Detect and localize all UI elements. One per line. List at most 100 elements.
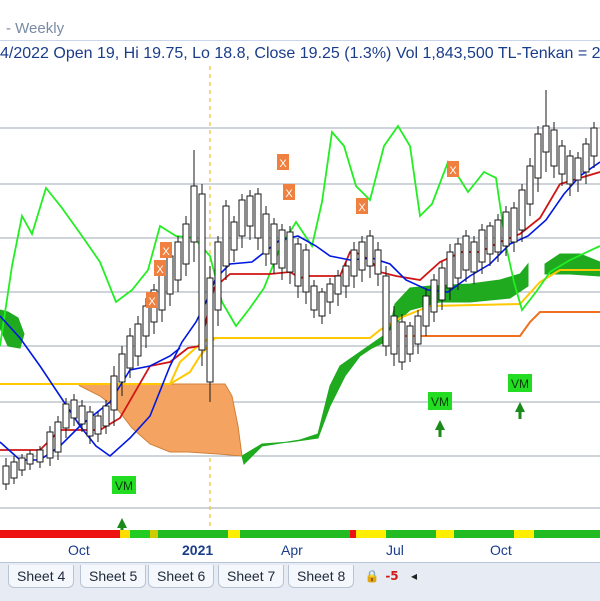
candle-body (126, 335, 134, 369)
tab-sheet-6[interactable]: Sheet 6 (148, 565, 215, 588)
candle-body (102, 405, 110, 427)
tab-sheet-4[interactable]: Sheet 4 (8, 565, 75, 588)
candle-body (36, 449, 44, 463)
candle-body (294, 243, 302, 287)
candle-body (2, 465, 10, 485)
candle-body (230, 221, 238, 251)
candle-body (270, 223, 278, 265)
signal-segment (150, 530, 158, 538)
senkou-span-a-2 (169, 337, 340, 385)
x-marker-label: X (358, 202, 366, 214)
candle-body (134, 323, 142, 357)
candle-body (318, 291, 326, 317)
candle-body (574, 157, 582, 181)
x-marker-label: X (156, 264, 164, 276)
candle-body (422, 295, 430, 327)
candle-body (70, 399, 78, 419)
candle-body (558, 145, 566, 175)
candle-body (246, 195, 254, 227)
candle-body (286, 231, 294, 273)
candle-body (26, 453, 34, 465)
candle-body (18, 457, 26, 471)
candle-body (190, 185, 198, 243)
candle-body (54, 421, 62, 453)
candle-body (350, 249, 358, 277)
signal-segment (386, 530, 436, 538)
candle-body (366, 235, 374, 267)
candle-body (310, 285, 318, 311)
candle-body (590, 127, 598, 157)
sheet-tab-bar: Sheet 4 Sheet 5 Sheet 6 Sheet 7 Sheet 8 … (0, 562, 600, 601)
candle-body (406, 325, 414, 355)
candle-body (182, 223, 190, 265)
signal-segment (158, 530, 228, 538)
cloud-bull-right (544, 253, 600, 277)
scroll-first-icon[interactable]: ◂ (406, 567, 422, 585)
candle-body (358, 241, 366, 271)
x-axis: Oct 2021 Apr Jul Oct (0, 530, 600, 562)
candle-body (110, 375, 118, 411)
candle-body (534, 133, 542, 179)
chikou-line (0, 124, 600, 347)
candle-body (86, 411, 94, 437)
candle-body (470, 241, 478, 273)
price-info-bar: 4/2022 Open 19, Hi 19.75, Lo 18.8, Close… (0, 42, 600, 66)
candle-body (278, 229, 286, 269)
signal-segment (514, 530, 534, 538)
candle-body (238, 199, 246, 237)
vm-signal-label: VM (115, 479, 133, 493)
candle-body (510, 207, 518, 243)
x-label-jul: Jul (386, 542, 404, 558)
candle-body (174, 241, 182, 281)
candle-body (78, 405, 86, 425)
window-title: - Weekly (6, 20, 65, 37)
candle-body (414, 315, 422, 345)
candle-body (10, 461, 18, 479)
tab-sheet-7[interactable]: Sheet 7 (218, 565, 285, 588)
candle-body (454, 243, 462, 279)
candle-body (118, 353, 126, 383)
window-titlebar: - Weekly (0, 0, 600, 41)
candle-body (206, 277, 214, 383)
candle-body (262, 213, 270, 255)
x-marker-label: X (449, 165, 457, 177)
candle-body (494, 219, 502, 253)
candle-body (438, 267, 446, 301)
candle-body (166, 255, 174, 295)
up-arrow-icon (435, 420, 445, 430)
vm-signal-label: VM (511, 377, 529, 391)
candle-body (502, 211, 510, 247)
signal-segment (228, 530, 240, 538)
signal-segment (356, 530, 386, 538)
up-arrow-icon (515, 402, 525, 412)
candle-body (582, 143, 590, 173)
candle-body (518, 189, 526, 231)
signal-segment (454, 530, 514, 538)
x-label-2021: 2021 (182, 542, 214, 558)
tab-sheet-5[interactable]: Sheet 5 (80, 565, 147, 588)
x-marker-label: X (285, 188, 293, 200)
senkou-span-b (400, 311, 600, 337)
candle-body (486, 225, 494, 255)
chart-area[interactable]: X X X X X X X VM VM VM (0, 66, 600, 530)
candle-body (430, 279, 438, 313)
candle-body (566, 155, 574, 185)
signal-segment (0, 530, 120, 538)
candle-body (326, 283, 334, 303)
candle-body (142, 305, 150, 337)
up-arrow-icon-stem (518, 411, 522, 419)
signal-segment (130, 530, 150, 538)
candle-body (398, 321, 406, 363)
candle-body (222, 205, 230, 267)
tab-sheet-8[interactable]: Sheet 8 (288, 565, 355, 588)
decrease-button[interactable]: -5 (384, 567, 400, 585)
lock-icon[interactable]: 🔒 (364, 567, 380, 585)
candle-body (390, 315, 398, 355)
ichimoku-chart[interactable]: XXXXXXXVMVMVM (0, 66, 600, 530)
x-label-apr: Apr (281, 542, 303, 558)
signal-segment (120, 530, 130, 538)
candle-body (198, 193, 206, 351)
signal-segment (436, 530, 454, 538)
candle-body (46, 431, 54, 459)
candle-body (254, 193, 262, 239)
